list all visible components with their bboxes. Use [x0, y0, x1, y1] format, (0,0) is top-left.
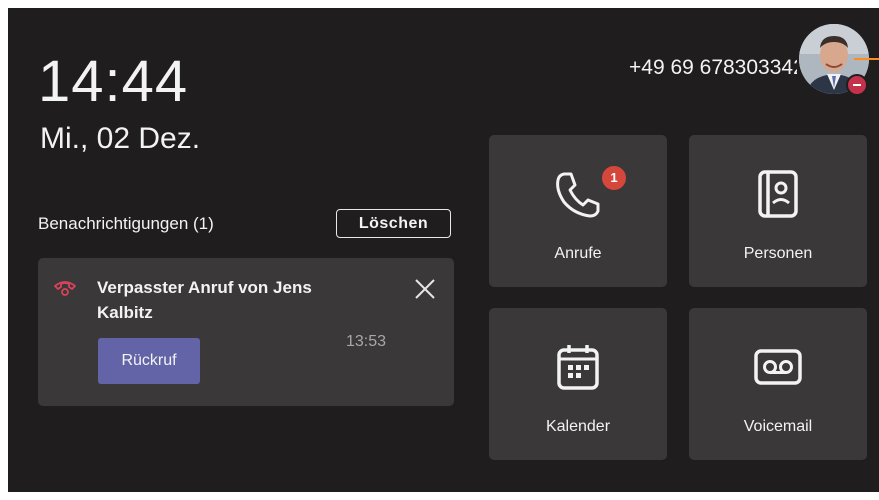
notification-title: Verpasster Anruf von Jens Kalbitz [97, 278, 312, 322]
calendar-icon [557, 345, 599, 390]
phone-number-divider [629, 52, 795, 54]
phone-number: +49 69 678303342 [629, 56, 797, 76]
home-screen: 14:44 Mi., 02 Dez. +49 69 678303342 Bena… [8, 8, 879, 492]
tile-calendar-label: Kalender [545, 418, 611, 435]
tile-people-label: Personen [743, 245, 813, 262]
tile-voicemail-label: Voicemail [743, 418, 813, 435]
voicemail-icon [754, 349, 802, 385]
clear-notifications-button[interactable]: Löschen [336, 209, 451, 238]
missed-call-notification[interactable]: Verpasster Anruf von Jens Kalbitz 13:53 … [38, 258, 454, 406]
missed-call-icon [54, 281, 76, 296]
callback-button[interactable]: Rückruf [98, 338, 200, 384]
date: Mi., 02 Dez. [40, 122, 201, 155]
tile-voicemail[interactable]: Voicemail [689, 308, 867, 460]
phone-icon [556, 172, 600, 218]
missed-calls-badge: 1 [600, 164, 628, 192]
tile-calls[interactable]: 1 Anrufe [489, 135, 667, 287]
indicator-line [854, 58, 879, 60]
notification-time: 13:53 [346, 333, 387, 350]
contacts-icon [758, 170, 798, 218]
tile-people[interactable]: Personen [689, 135, 867, 287]
clock: 14:44 [38, 49, 189, 114]
close-icon[interactable] [414, 278, 436, 300]
tile-calls-label: Anrufe [554, 245, 602, 262]
tile-calendar[interactable]: Kalender [489, 308, 667, 460]
notifications-heading: Benachrichtigungen (1) [38, 214, 214, 233]
presence-dnd-icon [846, 74, 868, 96]
